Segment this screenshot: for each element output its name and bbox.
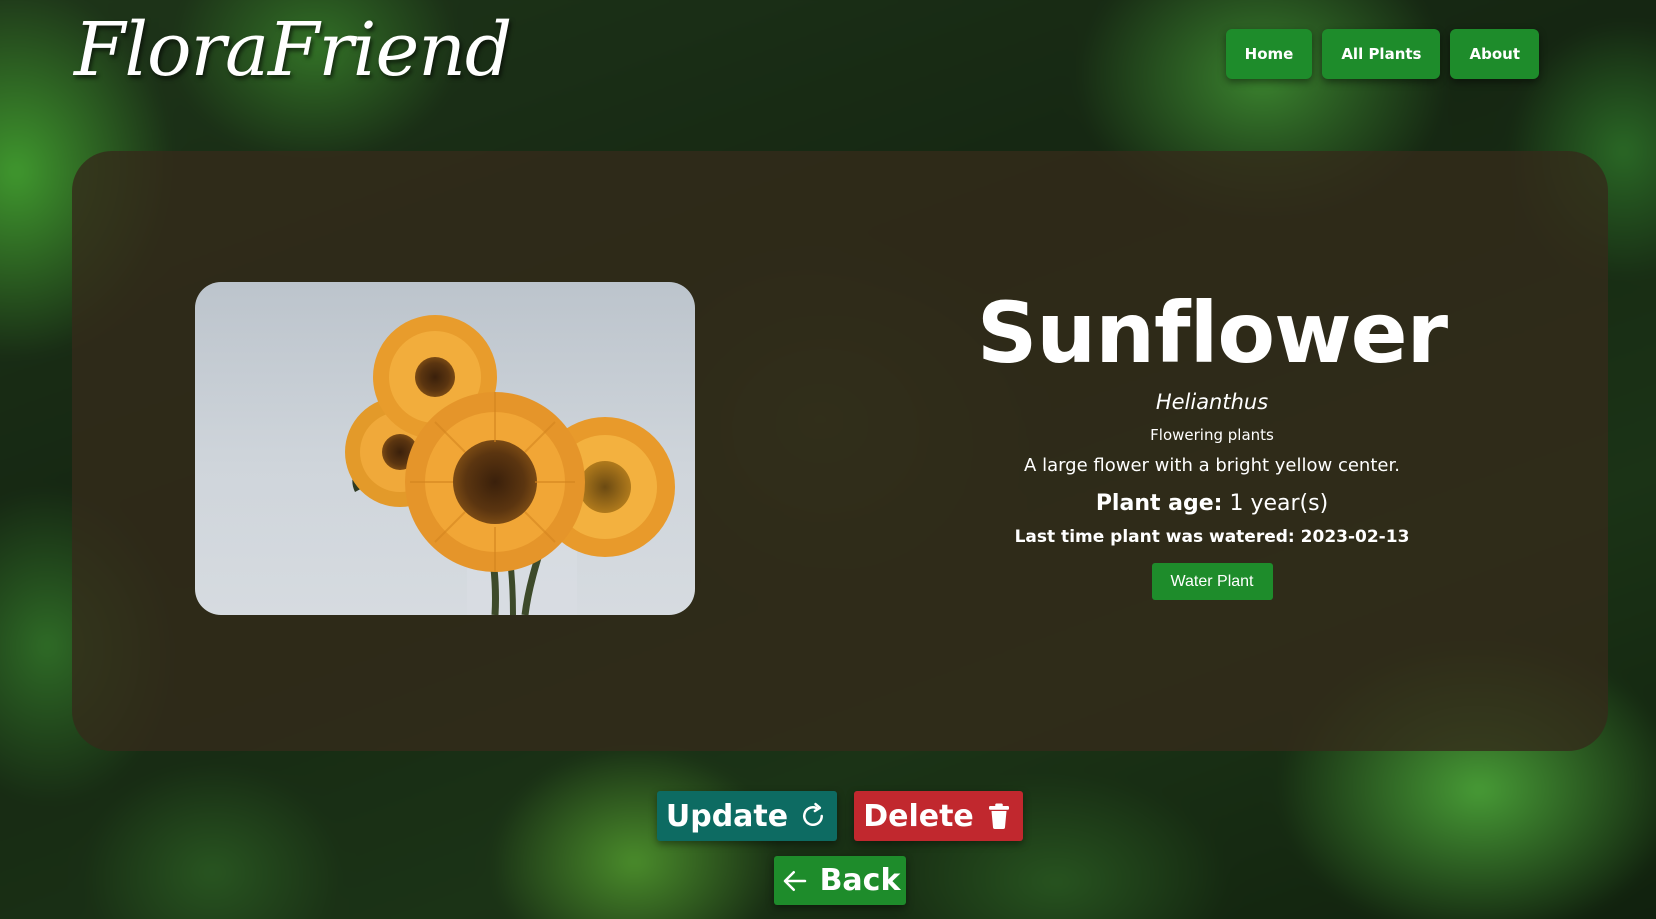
plant-age-value: 1 year(s) bbox=[1229, 491, 1329, 517]
arrow-left-icon bbox=[780, 866, 810, 896]
last-watered: Last time plant was watered: 2023-02-13 bbox=[912, 525, 1512, 549]
water-plant-button[interactable]: Water Plant bbox=[1151, 563, 1273, 601]
plant-age-label: Plant age: bbox=[1095, 491, 1223, 517]
plant-scientific-name: Helianthus bbox=[1155, 390, 1269, 415]
plant-description: A large flower with a bright yellow cent… bbox=[1024, 455, 1400, 477]
nav-all-plants-button[interactable]: All Plants bbox=[1322, 29, 1441, 79]
update-button[interactable]: Update bbox=[657, 791, 837, 841]
refresh-icon bbox=[798, 801, 828, 831]
last-watered-date: 2023-02-13 bbox=[1300, 527, 1410, 548]
delete-button[interactable]: Delete bbox=[854, 791, 1023, 841]
plant-age: Plant age: 1 year(s) bbox=[912, 489, 1512, 519]
last-watered-label: Last time plant was watered: bbox=[1014, 527, 1295, 548]
back-button-label: Back bbox=[819, 863, 901, 898]
plant-photo bbox=[195, 282, 695, 615]
main-nav: Home All Plants About bbox=[1225, 29, 1539, 79]
update-button-label: Update bbox=[665, 798, 789, 834]
nav-home-button[interactable]: Home bbox=[1225, 29, 1313, 79]
plant-info: Sunflower Helianthus Flowering plants A … bbox=[912, 284, 1512, 601]
plant-name: Sunflower bbox=[976, 284, 1448, 382]
site-logo[interactable]: FloraFriend bbox=[74, 6, 512, 95]
plant-detail-card: Sunflower Helianthus Flowering plants A … bbox=[72, 151, 1608, 751]
delete-button-label: Delete bbox=[863, 798, 974, 834]
plant-category: Flowering plants bbox=[1150, 426, 1274, 445]
trash-icon bbox=[984, 801, 1014, 831]
back-button[interactable]: Back bbox=[774, 856, 906, 905]
nav-about-button[interactable]: About bbox=[1450, 29, 1539, 79]
sunflower-illustration bbox=[345, 315, 675, 615]
